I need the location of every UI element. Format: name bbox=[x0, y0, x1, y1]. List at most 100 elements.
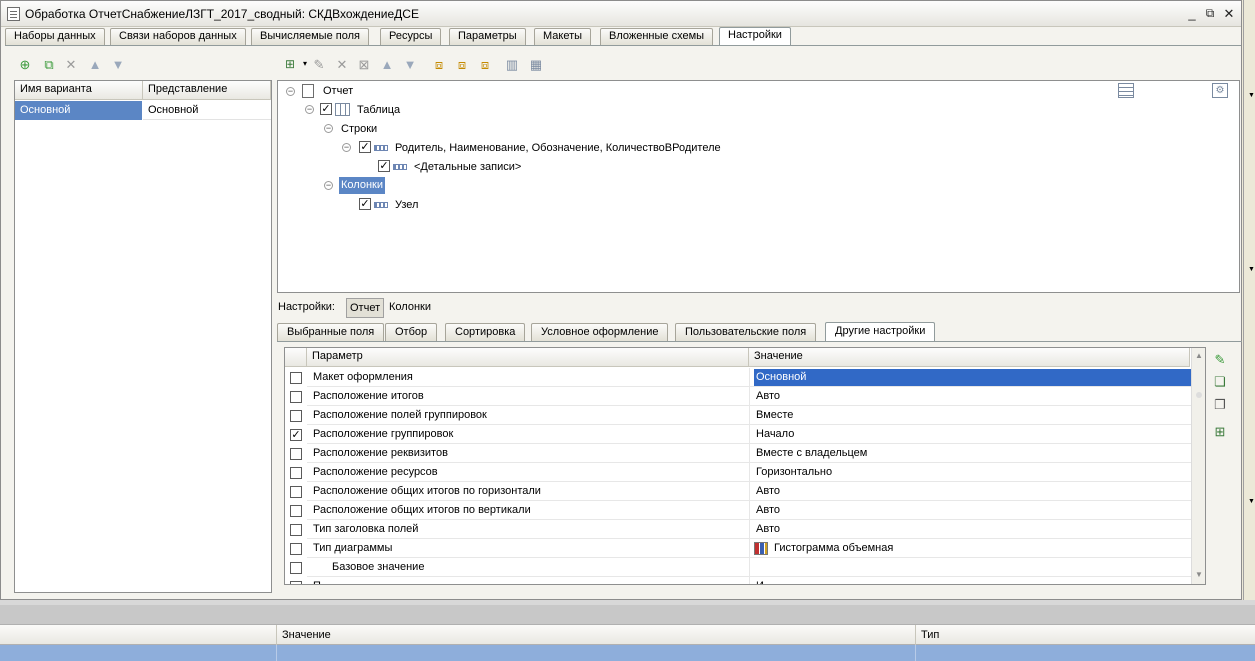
param-row[interactable]: Расположение полей группировок Вместе bbox=[285, 406, 1191, 425]
add-grouping-icon[interactable]: ⊞ bbox=[282, 56, 298, 72]
tree-node-rows[interactable]: Строки bbox=[341, 123, 377, 135]
param-checkbox[interactable]: ✓ bbox=[290, 429, 302, 441]
tab-resources[interactable]: Ресурсы bbox=[380, 28, 442, 45]
param-checkbox[interactable] bbox=[290, 372, 302, 384]
clear-icon[interactable]: ⊠ bbox=[356, 56, 372, 72]
copy-add-icon[interactable]: ⧉ bbox=[41, 56, 57, 72]
restore-button[interactable]: ⧉ bbox=[1202, 6, 1218, 21]
param-checkbox[interactable] bbox=[290, 581, 302, 584]
subtab-other-settings[interactable]: Другие настройки bbox=[825, 322, 936, 341]
param-checkbox[interactable] bbox=[290, 486, 302, 498]
subtab-user-fields[interactable]: Пользовательские поля bbox=[675, 323, 817, 341]
move-down-icon[interactable]: ▼ bbox=[402, 56, 418, 72]
param-row[interactable]: ✓ Расположение группировок Начало bbox=[285, 425, 1191, 444]
detail-checkbox[interactable]: ✓ bbox=[378, 160, 390, 172]
move-down-icon[interactable]: ▼ bbox=[110, 56, 126, 72]
tree-node-node[interactable]: Узел bbox=[395, 199, 418, 211]
param-value[interactable]: Основной bbox=[756, 371, 806, 383]
group-icon[interactable]: ⧈ bbox=[431, 56, 447, 72]
settings-report-button[interactable]: Отчет bbox=[346, 298, 385, 318]
close-button[interactable]: ✕ bbox=[1221, 6, 1237, 21]
collapse-icon[interactable]: − bbox=[324, 181, 333, 190]
subtab-sort[interactable]: Сортировка bbox=[445, 323, 526, 341]
tab-dataset-links[interactable]: Связи наборов данных bbox=[110, 28, 246, 45]
param-checkbox[interactable] bbox=[290, 391, 302, 403]
col-variant-name[interactable]: Имя варианта bbox=[15, 81, 143, 100]
add-setting-icon[interactable]: ⊞ bbox=[1212, 424, 1228, 440]
tab-templates[interactable]: Макеты bbox=[534, 28, 592, 45]
param-row[interactable]: Базовое значение bbox=[285, 558, 1191, 577]
param-value[interactable]: Вместе bbox=[756, 409, 793, 421]
uncheck-all-icon[interactable]: ❐ bbox=[1212, 397, 1228, 413]
param-checkbox[interactable] bbox=[290, 467, 302, 479]
param-row[interactable]: ПИ bbox=[285, 577, 1191, 584]
collapse-icon[interactable]: − bbox=[324, 124, 333, 133]
param-scrollbar[interactable]: ▲ ▼ bbox=[1191, 348, 1205, 584]
tree-node-grouping[interactable]: Родитель, Наименование, Обозначение, Кол… bbox=[395, 142, 721, 154]
collapse-icon[interactable]: − bbox=[342, 143, 351, 152]
param-row[interactable]: Расположение общих итогов по горизонтали… bbox=[285, 482, 1191, 501]
param-value[interactable]: Начало bbox=[756, 428, 794, 440]
param-checkbox[interactable] bbox=[290, 410, 302, 422]
scroll-down-icon[interactable]: ▼ bbox=[1195, 570, 1203, 579]
col-parameter[interactable]: Параметр bbox=[307, 348, 749, 367]
param-value[interactable]: Авто bbox=[756, 390, 780, 402]
tree-node-table[interactable]: Таблица bbox=[357, 104, 400, 116]
tab-parameters[interactable]: Параметры bbox=[449, 28, 526, 45]
collapse-icon[interactable]: − bbox=[305, 105, 314, 114]
subtab-conditional-format[interactable]: Условное оформление bbox=[531, 323, 669, 341]
edit-icon[interactable]: ✎ bbox=[1212, 352, 1228, 368]
param-checkbox[interactable] bbox=[290, 524, 302, 536]
param-row[interactable]: Расположение итогов Авто bbox=[285, 387, 1191, 406]
param-value[interactable]: Горизонтально bbox=[756, 466, 832, 478]
structure-icon[interactable]: ▦ bbox=[528, 56, 544, 72]
param-checkbox[interactable] bbox=[290, 562, 302, 574]
variant-name-cell[interactable]: Основной bbox=[15, 101, 142, 120]
edit-icon[interactable]: ✎ bbox=[311, 56, 327, 72]
variant-repr-cell[interactable]: Основной bbox=[143, 101, 271, 120]
grouping-checkbox[interactable]: ✓ bbox=[359, 141, 371, 153]
delete-icon[interactable]: ✕ bbox=[334, 56, 350, 72]
list-view-icon[interactable] bbox=[1118, 83, 1134, 98]
bottom-selected-row[interactable] bbox=[0, 645, 1255, 661]
delete-icon[interactable]: ✕ bbox=[63, 56, 79, 72]
minimize-button[interactable]: _ bbox=[1184, 6, 1200, 21]
hierarchy-icon[interactable]: ⧈ bbox=[477, 56, 493, 72]
columns-icon[interactable]: ▥ bbox=[504, 56, 520, 72]
col-value[interactable]: Значение bbox=[749, 348, 1190, 367]
settings-icon[interactable]: ⚙ bbox=[1212, 83, 1228, 98]
tree-node-report[interactable]: Отчет bbox=[323, 85, 353, 97]
param-checkbox[interactable] bbox=[290, 448, 302, 460]
tree-node-detail[interactable]: <Детальные записи> bbox=[414, 161, 521, 173]
param-row[interactable]: Расположение ресурсов Горизонтально bbox=[285, 463, 1191, 482]
param-row[interactable]: Расположение общих итогов по вертикали Ав… bbox=[285, 501, 1191, 520]
tab-settings[interactable]: Настройки bbox=[719, 27, 791, 45]
tree-node-columns[interactable]: Колонки bbox=[339, 177, 385, 194]
check-all-icon[interactable]: ❏ bbox=[1212, 374, 1228, 390]
param-value[interactable]: Авто bbox=[756, 485, 780, 497]
param-value[interactable]: Вместе с владельцем bbox=[756, 447, 867, 459]
subtab-filter[interactable]: Отбор bbox=[385, 323, 438, 341]
tab-calculated-fields[interactable]: Вычисляемые поля bbox=[251, 28, 369, 45]
tab-nested-schemes[interactable]: Вложенные схемы bbox=[600, 28, 714, 45]
param-value[interactable]: Авто bbox=[756, 504, 780, 516]
param-checkbox[interactable] bbox=[290, 505, 302, 517]
param-row[interactable]: Макет оформления Основной bbox=[285, 368, 1195, 387]
add-icon[interactable]: ⊕ bbox=[17, 56, 33, 72]
col-bottom-value[interactable]: Значение bbox=[282, 629, 331, 641]
param-row[interactable]: Расположение реквизитов Вместе с владельц… bbox=[285, 444, 1191, 463]
param-row[interactable]: Тип заголовка полей Авто bbox=[285, 520, 1191, 539]
ungroup-icon[interactable]: ⧈ bbox=[454, 56, 470, 72]
node-checkbox[interactable]: ✓ bbox=[359, 198, 371, 210]
col-variant-repr[interactable]: Представление bbox=[143, 81, 271, 100]
collapse-icon[interactable]: − bbox=[286, 87, 295, 96]
tab-datasets[interactable]: Наборы данных bbox=[5, 28, 105, 45]
move-up-icon[interactable]: ▲ bbox=[379, 56, 395, 72]
param-row[interactable]: Тип диаграммы Гистограмма объемная bbox=[285, 539, 1191, 558]
scroll-up-icon[interactable]: ▲ bbox=[1195, 351, 1203, 360]
param-value[interactable]: Авто bbox=[756, 523, 780, 535]
table-checkbox[interactable]: ✓ bbox=[320, 103, 332, 115]
move-up-icon[interactable]: ▲ bbox=[87, 56, 103, 72]
settings-columns-button[interactable]: Колонки bbox=[389, 301, 431, 313]
col-bottom-type[interactable]: Тип bbox=[921, 629, 939, 641]
